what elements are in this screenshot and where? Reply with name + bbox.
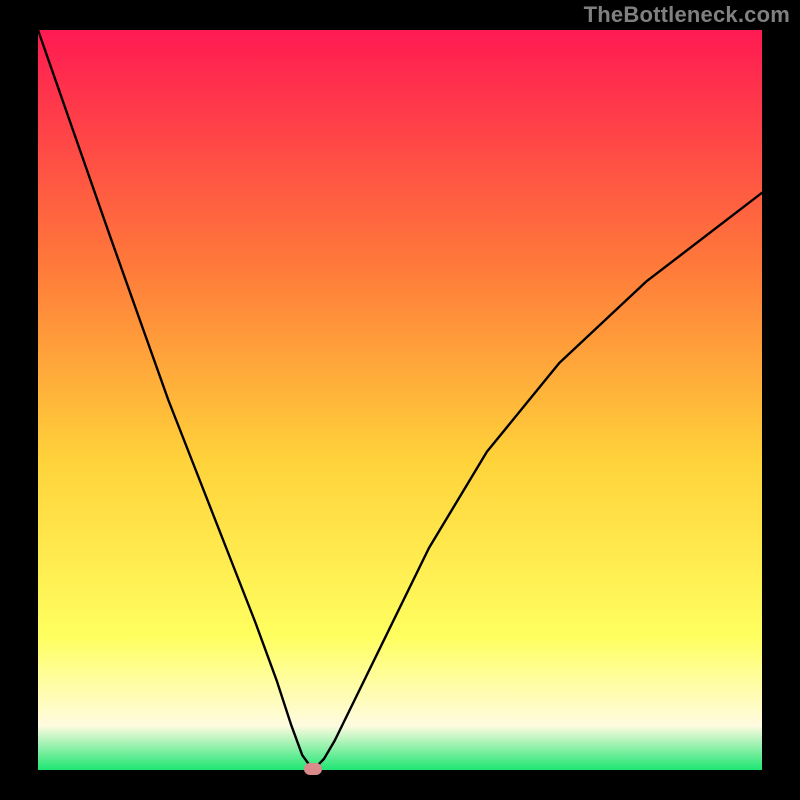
plot-area [38,30,762,770]
chart-svg [38,30,762,770]
optimal-point-marker [304,763,322,775]
chart-frame: TheBottleneck.com [0,0,800,800]
gradient-background [38,30,762,770]
watermark-text: TheBottleneck.com [584,2,790,28]
